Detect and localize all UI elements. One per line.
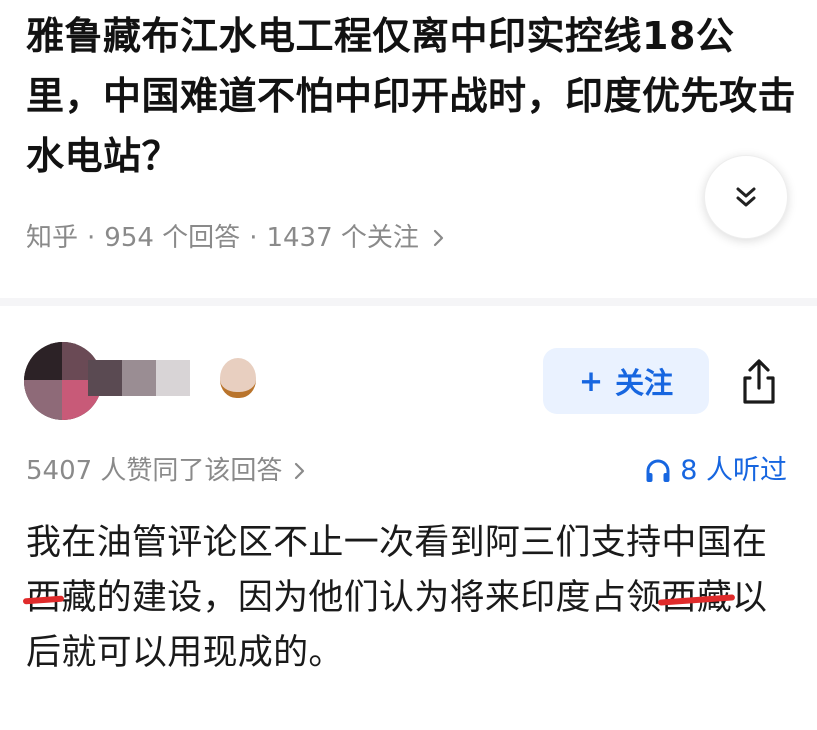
redacted-word: 西 xyxy=(26,578,62,618)
vote-count: 5407 人赞同了该回答 xyxy=(26,456,283,486)
chevron-right-icon xyxy=(433,228,445,248)
author-badge-icon xyxy=(220,358,256,398)
vote-summary[interactable]: 5407 人赞同了该回答 xyxy=(26,453,306,489)
answer-text-part: 藏的建设，因为他们认为将来印度占领 xyxy=(61,578,662,618)
headphones-icon xyxy=(646,459,670,482)
meta-separator: · xyxy=(87,223,96,253)
follow-label: 关注 xyxy=(615,366,674,400)
listen-count: 8 人听过 xyxy=(680,455,787,486)
share-icon xyxy=(743,359,775,404)
double-chevron-down-icon xyxy=(736,187,756,207)
answer-body[interactable]: 我在油管评论区不止一次看到阿三们支持中国在西藏的建设，因为他们认为将来印度占领西… xyxy=(26,516,796,681)
question-title[interactable]: 雅鲁藏布江水电工程仅离中印实控线18公里，中国难道不怕中印开战时，印度优先攻击水… xyxy=(26,6,796,186)
answer-header: + 关注 xyxy=(0,306,817,446)
answer-text-part: 我在油管评论区不止一次看到阿三们支持中国在 xyxy=(26,523,768,563)
share-button[interactable] xyxy=(734,356,784,408)
listen-info[interactable]: 8 人听过 xyxy=(644,453,787,489)
vote-row: 5407 人赞同了该回答 8 人听过 xyxy=(0,446,817,496)
author-name-pixelated[interactable] xyxy=(88,360,190,396)
question-header: 雅鲁藏布江水电工程仅离中印实控线18公里，中国难道不怕中印开战时，印度优先攻击水… xyxy=(0,0,817,298)
source-label: 知乎 xyxy=(26,223,79,253)
chevron-right-icon xyxy=(294,461,306,481)
plus-icon: + xyxy=(578,364,604,398)
section-divider xyxy=(0,298,817,306)
answer-count: 954 个回答 xyxy=(104,223,241,253)
meta-separator: · xyxy=(249,223,258,253)
follow-button[interactable]: + 关注 xyxy=(543,348,709,414)
question-meta[interactable]: 知乎 · 954 个回答 · 1437 个关注 xyxy=(26,218,445,258)
follower-count: 1437 个关注 xyxy=(266,223,419,253)
expand-button[interactable] xyxy=(704,155,788,239)
redacted-word: 西藏 xyxy=(661,578,733,618)
